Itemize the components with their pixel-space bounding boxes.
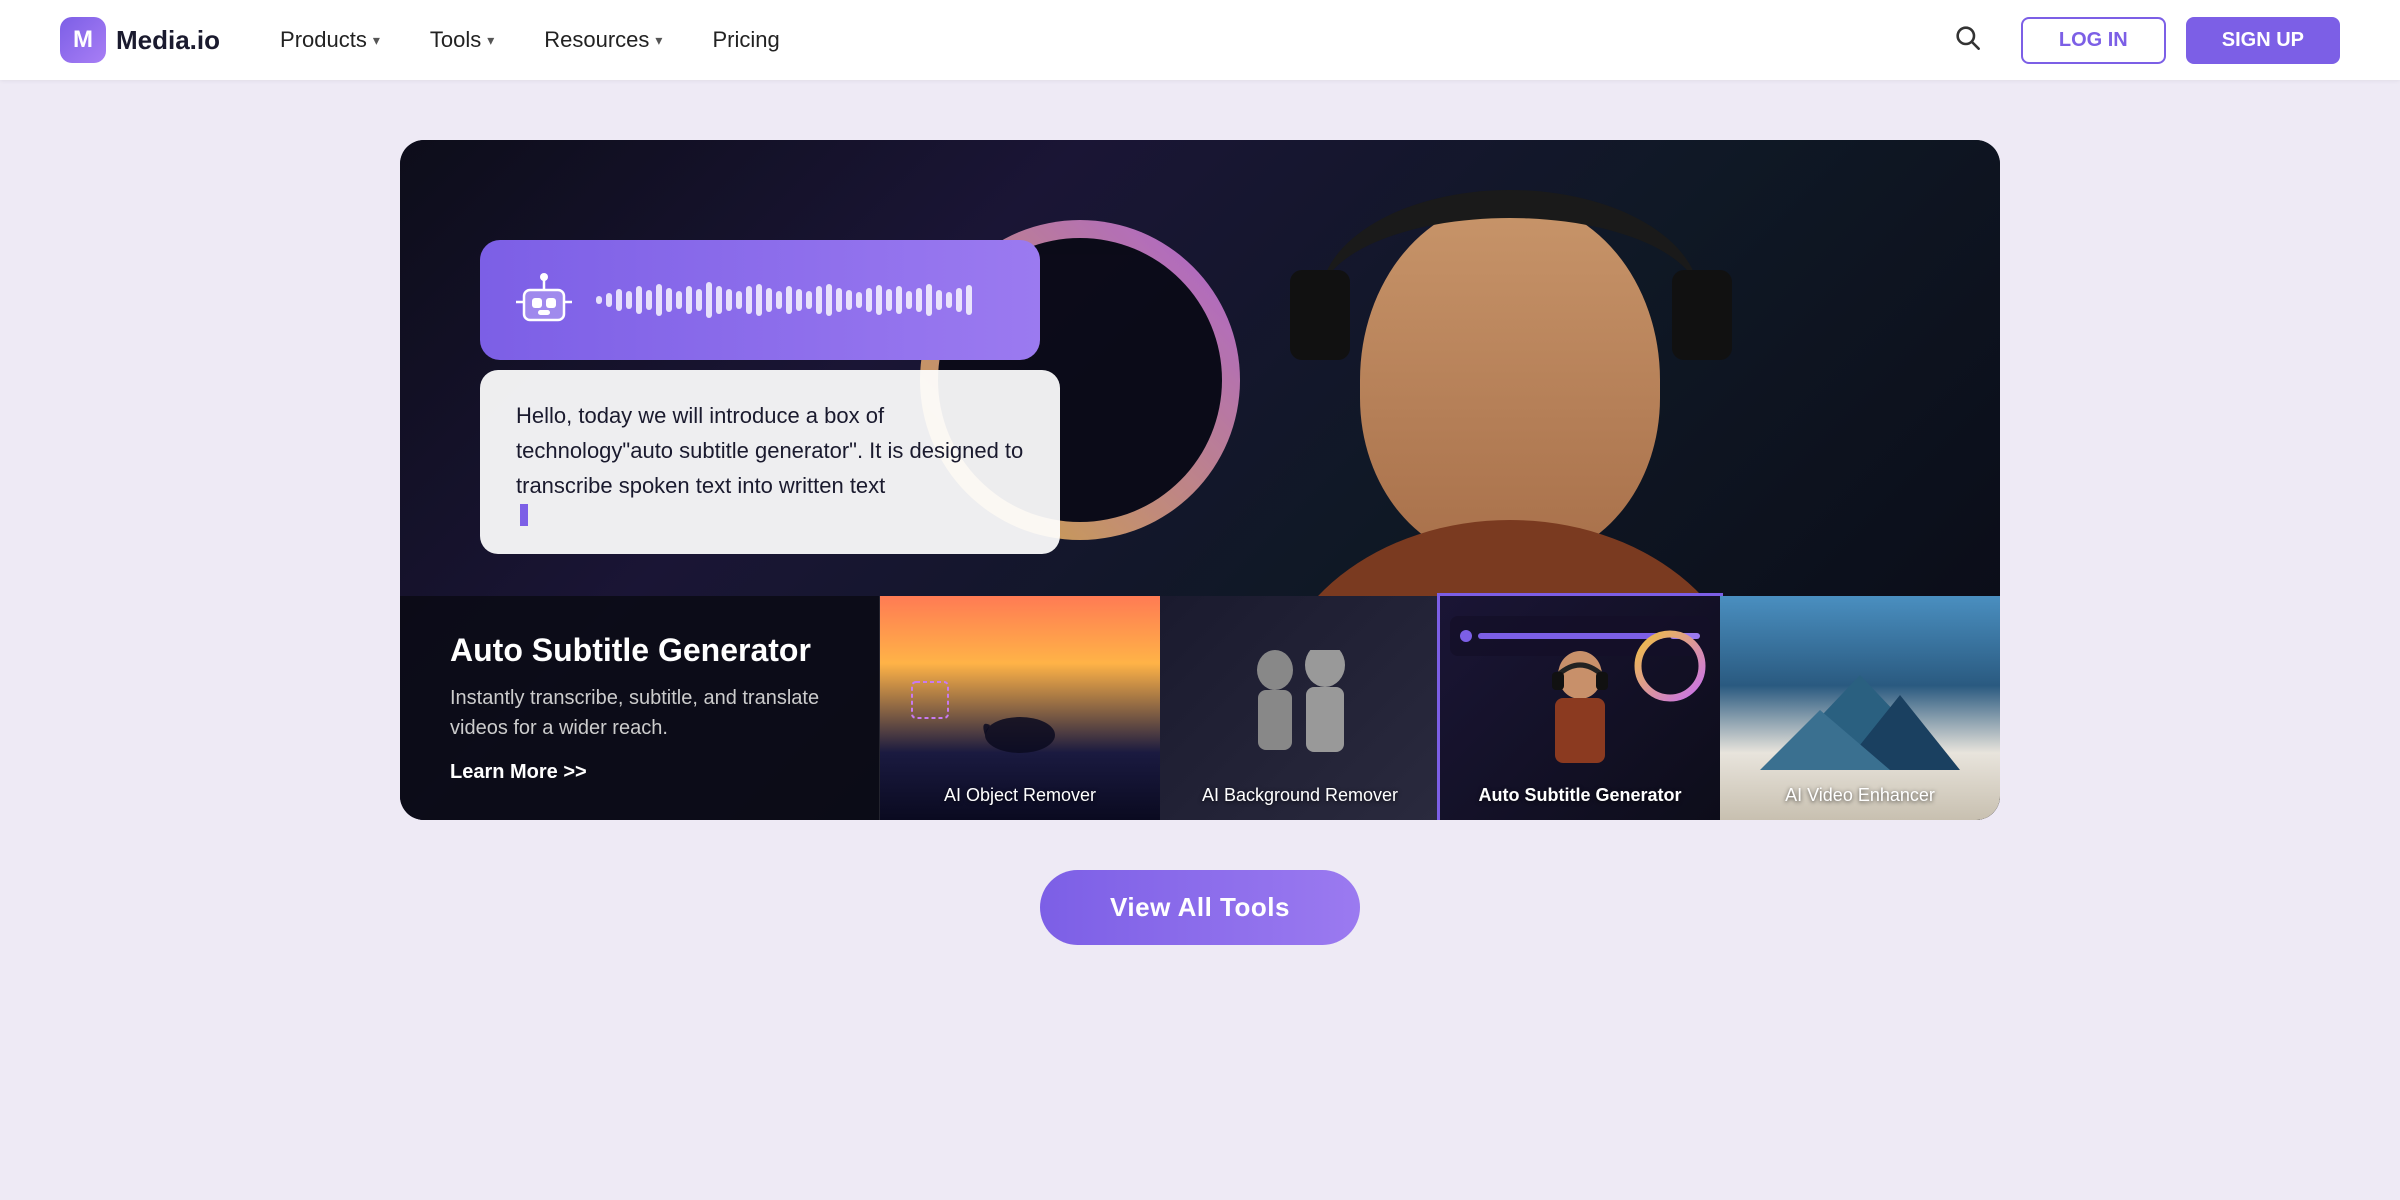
- chevron-down-icon: ▾: [487, 32, 494, 49]
- waveform-bar: [916, 288, 922, 312]
- waveform-bar: [956, 288, 962, 312]
- waveform-bar: [786, 286, 792, 314]
- nav-links: Products ▾ Tools ▾ Resources ▾ Pricing: [280, 27, 1953, 53]
- subtitle-waveform-box: [480, 240, 1040, 360]
- view-all-tools-button[interactable]: View All Tools: [1040, 870, 1360, 945]
- thumbnail-ai-object-remover[interactable]: AI Object Remover: [880, 596, 1160, 820]
- mini-dot: [1460, 630, 1472, 642]
- waveform-bar: [906, 291, 912, 309]
- thumbnail-label: AI Video Enhancer: [1720, 785, 2000, 806]
- robot-icon: [512, 268, 576, 332]
- signup-button[interactable]: SIGN UP: [2186, 17, 2340, 64]
- nav-pricing[interactable]: Pricing: [712, 27, 779, 53]
- waveform-bar: [966, 285, 972, 315]
- headphone-left: [1290, 270, 1350, 360]
- waveform-bar: [766, 288, 772, 312]
- ring-thumbnail: [1630, 626, 1710, 706]
- feature-info: Auto Subtitle Generator Instantly transc…: [400, 596, 880, 820]
- tool-thumbnails: AI Object Remover AI Background Remover: [880, 596, 2000, 820]
- thumbnail-ai-background-remover[interactable]: AI Background Remover: [1160, 596, 1440, 820]
- logo[interactable]: M Media.io: [60, 17, 220, 63]
- waveform-bar: [756, 284, 762, 316]
- waveform-bar: [726, 289, 732, 311]
- waveform-bar: [846, 290, 852, 310]
- removal-indicator: [910, 680, 950, 720]
- login-button[interactable]: LOG IN: [2021, 17, 2166, 64]
- waveform-bar: [606, 293, 612, 307]
- thumbnail-active-label: Auto Subtitle Generator: [1440, 785, 1720, 806]
- people-silhouette: [1230, 650, 1370, 770]
- waveform-bar: [696, 289, 702, 311]
- nav-actions: LOG IN SIGN UP: [2021, 17, 2340, 64]
- waveform-bar: [836, 288, 842, 312]
- view-all-section: View All Tools: [1040, 870, 1360, 945]
- waveform-bar: [886, 289, 892, 311]
- waveform-bar: [656, 284, 662, 316]
- nav-products[interactable]: Products ▾: [280, 27, 380, 53]
- thumbnail-auto-subtitle[interactable]: Auto Subtitle Generator: [1440, 596, 1720, 820]
- mountain-silhouette: [1760, 670, 1960, 770]
- subtitle-text: Hello, today we will introduce a box of …: [516, 398, 1024, 504]
- waveform-bar: [666, 288, 672, 312]
- waveform-bar: [706, 282, 712, 318]
- waveform-bar: [736, 291, 742, 309]
- search-icon[interactable]: [1953, 23, 1981, 58]
- headphones-decoration: [1320, 190, 1700, 410]
- thumbnail-ai-video-enhancer[interactable]: AI Video Enhancer: [1720, 596, 2000, 820]
- chevron-down-icon: ▾: [655, 32, 662, 49]
- waveform-bar: [826, 284, 832, 316]
- waveform-bar: [676, 291, 682, 309]
- logo-text: Media.io: [116, 25, 220, 56]
- chevron-down-icon: ▾: [373, 32, 380, 49]
- audio-waveform: [596, 276, 1008, 324]
- waveform-bar: [686, 286, 692, 314]
- waveform-bar: [926, 284, 932, 316]
- logo-icon: M: [60, 17, 106, 63]
- thumbnail-label: AI Background Remover: [1160, 785, 1440, 806]
- nav-tools[interactable]: Tools ▾: [430, 27, 494, 53]
- waveform-bar: [746, 286, 752, 314]
- waveform-bar: [806, 291, 812, 309]
- waveform-bar: [816, 286, 822, 314]
- waveform-bar: [896, 286, 902, 314]
- waveform-bar: [946, 292, 952, 308]
- waveform-bar: [646, 290, 652, 310]
- waveform-bar: [596, 296, 602, 304]
- hero-card: Hello, today we will introduce a box of …: [400, 140, 2000, 820]
- navbar: M Media.io Products ▾ Tools ▾ Resources …: [0, 0, 2400, 80]
- waveform-bar: [616, 289, 622, 311]
- waveform-bar: [856, 292, 862, 308]
- whale-icon: [975, 700, 1065, 760]
- waveform-bar: [776, 291, 782, 309]
- learn-more-link[interactable]: Learn More >>: [450, 761, 829, 784]
- waveform-bar: [866, 288, 872, 312]
- person-thumbnail: [1520, 650, 1640, 770]
- subtitle-text-overlay: Hello, today we will introduce a box of …: [480, 370, 1060, 554]
- bottom-panel: Auto Subtitle Generator Instantly transc…: [400, 596, 2000, 820]
- feature-description: Instantly transcribe, subtitle, and tran…: [450, 683, 829, 743]
- waveform-bar: [796, 289, 802, 311]
- main-container: Hello, today we will introduce a box of …: [0, 80, 2400, 1025]
- waveform-bar: [876, 285, 882, 315]
- waveform-bar: [626, 291, 632, 309]
- headphone-right: [1672, 270, 1732, 360]
- nav-resources[interactable]: Resources ▾: [544, 27, 662, 53]
- waveform-bar: [936, 290, 942, 310]
- thumbnail-label: AI Object Remover: [880, 785, 1160, 806]
- text-cursor: [520, 504, 528, 526]
- waveform-bar: [636, 286, 642, 314]
- feature-title: Auto Subtitle Generator: [450, 632, 829, 669]
- waveform-bar: [716, 286, 722, 314]
